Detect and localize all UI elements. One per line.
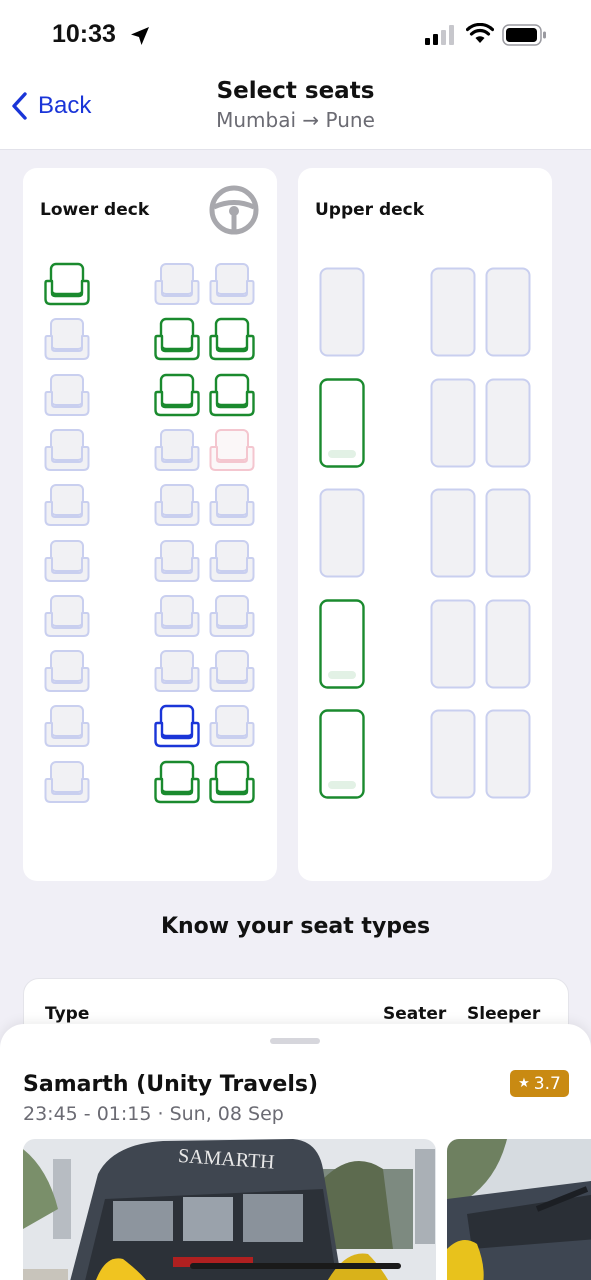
rating-badge: ★ 3.7 <box>510 1070 569 1097</box>
lower-seat-available[interactable] <box>209 759 255 805</box>
upper-sleeper-booked <box>430 488 476 578</box>
upper-sleeper-booked <box>430 267 476 357</box>
bus-photo-interior[interactable] <box>447 1139 591 1280</box>
upper-sleeper-booked <box>485 267 531 357</box>
upper-sleeper-booked <box>319 267 365 357</box>
bus-details-sheet[interactable]: Samarth (Unity Travels) ★ 3.7 23:45 - 01… <box>0 1024 591 1280</box>
upper-sleeper-booked <box>485 709 531 799</box>
status-time: 10:33 <box>52 20 116 48</box>
lower-seat-booked <box>44 482 90 528</box>
lower-seat-booked <box>44 703 90 749</box>
bus-photo-exterior[interactable]: SAMARTH <box>23 1139 436 1280</box>
upper-sleeper-booked <box>430 378 476 468</box>
upper-sleeper-booked <box>430 709 476 799</box>
lower-seat-booked <box>209 703 255 749</box>
route-subtitle: Mumbai → Pune <box>216 108 375 132</box>
sheet-grabber[interactable] <box>270 1038 320 1044</box>
seat-types-col-type: Type <box>45 1004 90 1024</box>
battery-icon <box>502 24 546 46</box>
lower-seat-booked <box>44 593 90 639</box>
lower-seat-booked <box>154 593 200 639</box>
status-bar: 10:33 <box>0 0 591 70</box>
upper-deck-panel: Upper deck <box>298 168 552 881</box>
lower-seat-booked <box>209 482 255 528</box>
lower-seat-booked <box>44 759 90 805</box>
location-arrow-icon <box>131 27 149 45</box>
lower-seat-booked <box>154 538 200 584</box>
steering-wheel-icon <box>209 185 259 235</box>
lower-seat-booked <box>154 427 200 473</box>
upper-sleeper-available[interactable] <box>319 598 365 689</box>
rating-value: 3.7 <box>533 1073 561 1094</box>
upper-sleeper-booked <box>430 599 476 689</box>
lower-seat-available[interactable] <box>209 372 255 418</box>
lower-seat-booked <box>154 261 200 307</box>
lower-seat-booked <box>44 372 90 418</box>
page-title: Select seats <box>216 78 375 104</box>
lower-seat-booked <box>209 593 255 639</box>
lower-seat-booked <box>209 648 255 694</box>
lower-deck-title: Lower deck <box>40 200 150 220</box>
upper-sleeper-booked <box>485 488 531 578</box>
lower-seat-booked <box>154 648 200 694</box>
lower-seat-booked <box>44 427 90 473</box>
lower-seat-selected[interactable] <box>154 703 200 749</box>
seat-types-col-sleeper: Sleeper <box>467 1004 541 1024</box>
lower-seat-booked <box>44 648 90 694</box>
lower-seat-available[interactable] <box>209 316 255 362</box>
lower-seat-booked <box>209 261 255 307</box>
upper-sleeper-booked <box>485 378 531 468</box>
lower-seat-ladies-booked <box>209 427 255 473</box>
trip-timing: 23:45 - 01:15 · Sun, 08 Sep <box>23 1103 284 1125</box>
lower-deck-panel: Lower deck <box>23 168 277 881</box>
lower-seat-available[interactable] <box>154 759 200 805</box>
seat-types-col-seater: Seater <box>383 1004 447 1024</box>
lower-seat-available[interactable] <box>44 261 90 307</box>
home-indicator <box>190 1263 401 1269</box>
lower-seat-booked <box>44 538 90 584</box>
cellular-signal-icon <box>425 25 454 45</box>
lower-seat-booked <box>154 482 200 528</box>
upper-sleeper-booked <box>485 599 531 689</box>
bus-operator-name: Samarth (Unity Travels) <box>23 1072 319 1097</box>
star-icon: ★ <box>518 1076 530 1091</box>
lower-seat-available[interactable] <box>154 316 200 362</box>
navigation-bar: Back Select seats Mumbai → Pune <box>0 70 591 150</box>
lower-seat-booked <box>44 316 90 362</box>
seat-types-heading: Know your seat types <box>160 914 431 939</box>
lower-seat-booked <box>209 538 255 584</box>
upper-sleeper-booked <box>319 488 365 578</box>
upper-deck-title: Upper deck <box>315 200 425 220</box>
wifi-icon <box>466 23 494 43</box>
lower-seat-available[interactable] <box>154 372 200 418</box>
upper-sleeper-available[interactable] <box>319 709 365 799</box>
upper-sleeper-available[interactable] <box>319 377 365 468</box>
